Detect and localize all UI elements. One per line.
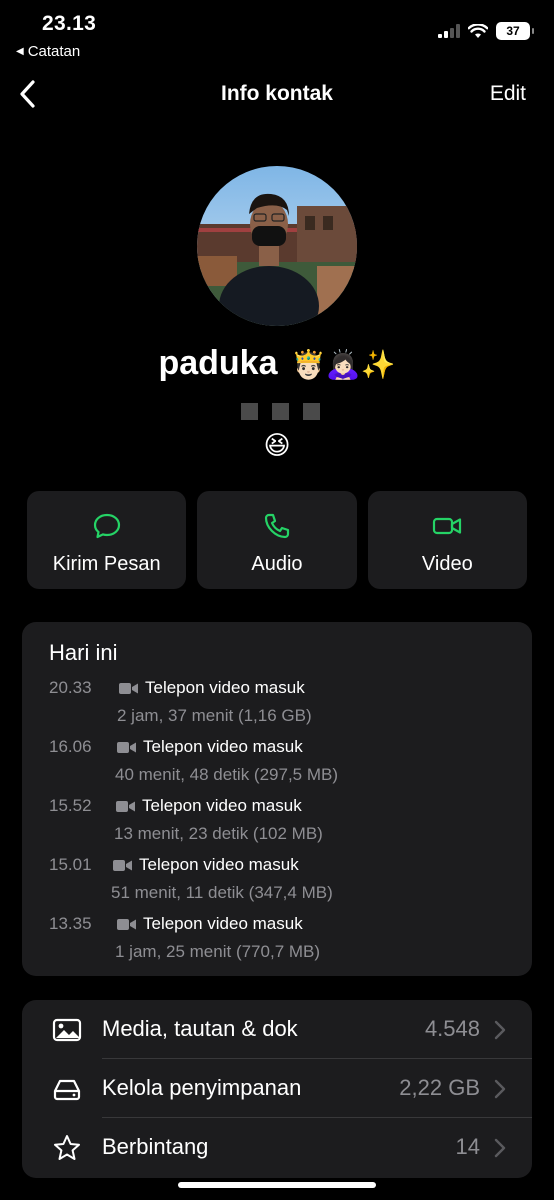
call-duration: 51 menit, 11 detik (347,4 MB)	[111, 883, 333, 902]
nav-bar: Info kontak Edit	[0, 70, 554, 118]
signal-icon	[438, 24, 460, 38]
call-history-card: Hari ini 20.33 Telepon video masuk 2 jam…	[22, 622, 532, 976]
call-type-label: Telepon video masuk	[143, 914, 303, 933]
send-message-button[interactable]: Kirim Pesan	[27, 491, 187, 589]
menu-item-label: Media, tautan & dok	[102, 1016, 298, 1041]
back-to-app-link[interactable]: ◀ Catatan	[16, 43, 80, 60]
audio-call-label: Audio	[251, 553, 303, 575]
call-log-item: 20.33 Telepon video masuk 2 jam, 37 meni…	[49, 678, 509, 734]
menu-item-count: 4.548	[424, 1016, 480, 1041]
contact-about-emoji: 😆	[263, 430, 291, 460]
call-type: Telepon video masuk	[113, 855, 299, 875]
call-type: Telepon video masuk	[117, 737, 303, 757]
contact-name: paduka 🤴🏻🙇🏻‍♀️✨	[0, 344, 554, 383]
menu-item-label: Berbintang	[102, 1134, 209, 1159]
back-app-label: Catatan	[27, 43, 81, 60]
video-call-icon	[116, 800, 135, 812]
chevron-right-icon	[494, 1138, 506, 1158]
redaction-block	[302, 402, 320, 420]
video-icon	[433, 517, 462, 535]
action-buttons: Kirim Pesan Audio Video	[27, 491, 527, 589]
menu-item-size: 2,22 GB	[399, 1075, 480, 1100]
call-log-item: 15.52 Telepon video masuk 13 menit, 23 d…	[49, 796, 509, 852]
video-call-icon	[113, 859, 132, 871]
call-time: 13.35	[49, 914, 92, 933]
battery-icon: 37	[496, 22, 534, 40]
menu-item-label: Kelola penyimpanan	[102, 1075, 302, 1100]
call-time: 20.33	[49, 678, 92, 697]
call-time: 15.52	[49, 796, 92, 815]
avatar[interactable]	[197, 166, 357, 326]
phone-icon	[264, 513, 290, 539]
call-type-label: Telepon video masuk	[139, 855, 299, 874]
call-duration: 40 menit, 48 detik (297,5 MB)	[115, 765, 339, 784]
call-type: Telepon video masuk	[116, 796, 302, 816]
home-indicator	[178, 1182, 376, 1188]
chevron-right-icon	[494, 1079, 506, 1099]
redaction-block	[271, 402, 289, 420]
contact-name-text: paduka	[158, 344, 278, 382]
page-title: Info kontak	[220, 82, 333, 105]
menu-item-starred[interactable]: Berbintang 14	[22, 1118, 532, 1177]
video-call-icon	[117, 741, 136, 753]
status-time: 23.13	[42, 12, 97, 35]
call-duration: 2 jam, 37 menit (1,16 GB)	[117, 706, 312, 725]
edit-button[interactable]: Edit	[490, 82, 526, 106]
audio-call-button[interactable]: Audio	[197, 491, 357, 589]
call-type-label: Telepon video masuk	[142, 796, 302, 815]
message-icon	[93, 513, 120, 539]
call-history-title: Hari ini	[49, 640, 118, 665]
call-duration: 13 menit, 23 detik (102 MB)	[114, 824, 323, 843]
menu-item-media[interactable]: Media, tautan & dok 4.548	[22, 1000, 532, 1059]
redaction-block	[240, 402, 258, 420]
star-icon	[54, 1135, 80, 1160]
status-bar: 23.13 ◀ Catatan 37	[0, 0, 554, 64]
chevron-right-icon	[494, 1020, 506, 1040]
call-time: 16.06	[49, 737, 92, 756]
menu-item-count: 14	[455, 1134, 480, 1159]
call-type: Telepon video masuk	[117, 914, 303, 934]
redacted-phone-number	[170, 400, 390, 422]
call-type: Telepon video masuk	[119, 678, 305, 698]
system-icons: 37	[438, 22, 534, 40]
menu-item-storage[interactable]: Kelola penyimpanan 2,22 GB	[22, 1059, 532, 1118]
storage-icon	[53, 1079, 81, 1101]
video-call-button[interactable]: Video	[367, 491, 527, 589]
call-type-label: Telepon video masuk	[145, 678, 305, 697]
call-log-item: 13.35 Telepon video masuk 1 jam, 25 meni…	[49, 914, 509, 970]
call-log-item: 16.06 Telepon video masuk 40 menit, 48 d…	[49, 737, 509, 793]
contact-name-emoji: 🤴🏻🙇🏻‍♀️✨	[290, 349, 396, 380]
send-message-label: Kirim Pesan	[52, 553, 161, 575]
video-call-icon	[119, 682, 138, 694]
call-log-item: 15.01 Telepon video masuk 51 menit, 11 d…	[49, 855, 509, 911]
video-call-icon	[117, 918, 136, 930]
call-type-label: Telepon video masuk	[143, 737, 303, 756]
wifi-icon	[468, 23, 488, 38]
photo-icon	[52, 1018, 82, 1042]
contact-options-list: Media, tautan & dok 4.548 Kelola penyimp…	[22, 1000, 532, 1178]
video-call-label: Video	[421, 553, 473, 575]
back-triangle-icon: ◀	[16, 46, 24, 57]
call-time: 15.01	[49, 855, 92, 874]
call-duration: 1 jam, 25 menit (770,7 MB)	[115, 942, 321, 961]
